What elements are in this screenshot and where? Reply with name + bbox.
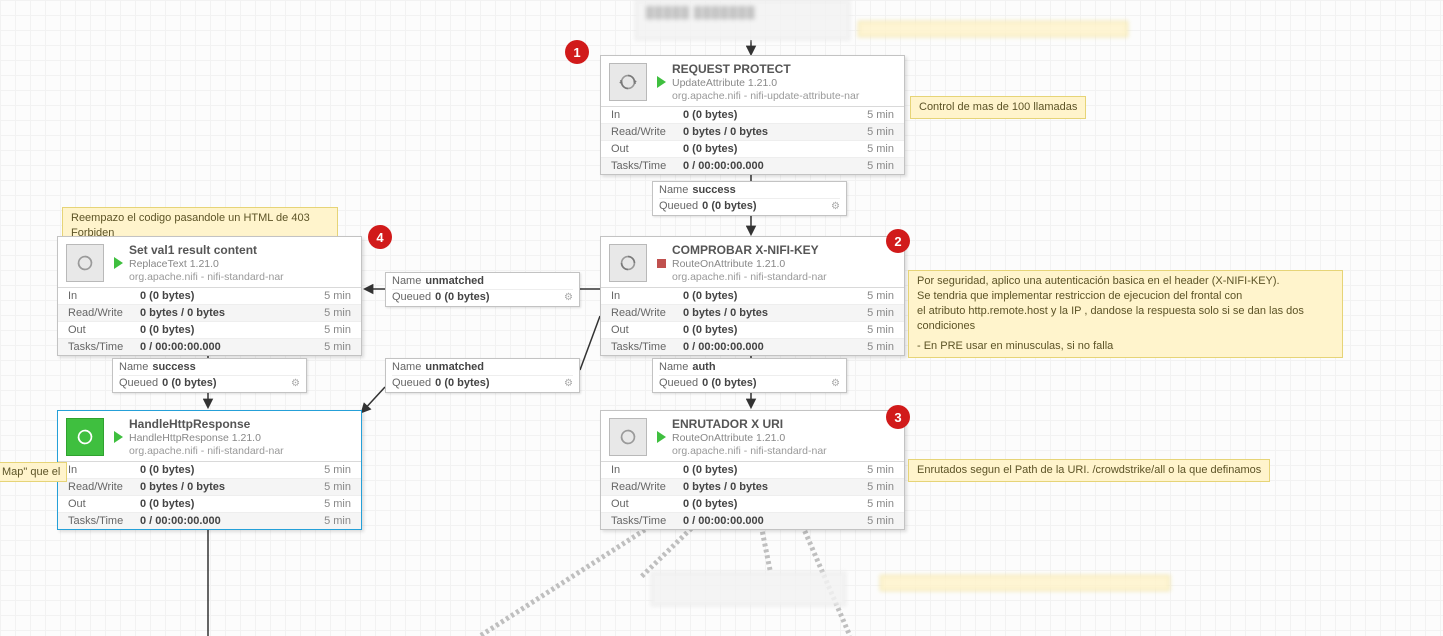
- processor-bundle: org.apache.nifi - nifi-standard-nar: [672, 271, 827, 283]
- note-uri[interactable]: Enrutados segun el Path de la URI. /crow…: [908, 459, 1270, 482]
- gear-icon[interactable]: ⚙: [564, 378, 573, 389]
- processor-bundle: org.apache.nifi - nifi-update-attribute-…: [672, 90, 859, 102]
- gear-icon[interactable]: ⚙: [564, 292, 573, 303]
- processor-icon: [66, 418, 104, 456]
- processor-comprobar[interactable]: COMPROBAR X-NIFI-KEY RouteOnAttribute 1.…: [600, 236, 905, 356]
- gear-icon[interactable]: ⚙: [831, 201, 840, 212]
- connection-unmatched-left[interactable]: Nameunmatched Queued0 (0 bytes)⚙: [385, 358, 580, 393]
- processor-stats: In0 (0 bytes)5 min Read/Write0 bytes / 0…: [601, 288, 904, 355]
- processor-name: Set val1 result content: [129, 243, 284, 257]
- annotation-badge-4: 4: [368, 225, 392, 249]
- processor-icon: [66, 244, 104, 282]
- blurred-note-bottom: [880, 575, 1170, 591]
- processor-stats: In0 (0 bytes)5 min Read/Write0 bytes / 0…: [58, 288, 361, 355]
- processor-bundle: org.apache.nifi - nifi-standard-nar: [129, 271, 284, 283]
- note-security[interactable]: Por seguridad, aplico una autenticación …: [908, 270, 1343, 358]
- gear-icon[interactable]: ⚙: [291, 378, 300, 389]
- note-map-partial[interactable]: Map" que el: [0, 462, 67, 482]
- processor-set-val1[interactable]: Set val1 result content ReplaceText 1.21…: [57, 236, 362, 356]
- connection-success-top[interactable]: Namesuccess Queued0 (0 bytes)⚙: [652, 181, 847, 216]
- processor-name: HandleHttpResponse: [129, 417, 284, 431]
- gear-icon[interactable]: ⚙: [831, 378, 840, 389]
- connection-unmatched-mid[interactable]: Nameunmatched Queued0 (0 bytes)⚙: [385, 272, 580, 307]
- processor-stats: In0 (0 bytes)5 min Read/Write0 bytes / 0…: [601, 107, 904, 174]
- note-100-llamadas[interactable]: Control de mas de 100 llamadas: [910, 96, 1086, 119]
- processor-icon: [609, 418, 647, 456]
- run-state-icon: [657, 259, 666, 268]
- run-state-icon: [657, 431, 666, 443]
- blurred-note-top: [858, 21, 1128, 37]
- run-state-icon: [657, 76, 666, 88]
- processor-handle-http-response[interactable]: HandleHttpResponse HandleHttpResponse 1.…: [57, 410, 362, 530]
- processor-bundle: org.apache.nifi - nifi-standard-nar: [672, 445, 827, 457]
- processor-bundle: org.apache.nifi - nifi-standard-nar: [129, 445, 284, 457]
- processor-type: RouteOnAttribute 1.21.0: [672, 432, 827, 444]
- run-state-icon: [114, 431, 123, 443]
- run-state-icon: [114, 257, 123, 269]
- processor-request-protect[interactable]: REQUEST PROTECT UpdateAttribute 1.21.0 o…: [600, 55, 905, 175]
- nifi-canvas[interactable]: █████ ███████ 1 REQUEST PROTECT UpdateAt…: [0, 0, 1443, 636]
- processor-name: COMPROBAR X-NIFI-KEY: [672, 243, 827, 257]
- connection-auth[interactable]: Nameauth Queued0 (0 bytes)⚙: [652, 358, 847, 393]
- processor-stats: In0 (0 bytes)5 min Read/Write0 bytes / 0…: [58, 462, 361, 529]
- connection-success-left[interactable]: Namesuccess Queued0 (0 bytes)⚙: [112, 358, 307, 393]
- processor-type: RouteOnAttribute 1.21.0: [672, 258, 827, 270]
- processor-icon: [609, 244, 647, 282]
- blurred-processor-top: █████ ███████: [635, 0, 850, 40]
- annotation-badge-1: 1: [565, 40, 589, 64]
- blurred-connection-bottom: [651, 572, 846, 606]
- processor-stats: In0 (0 bytes)5 min Read/Write0 bytes / 0…: [601, 462, 904, 529]
- annotation-badge-3: 3: [886, 405, 910, 429]
- processor-name: ENRUTADOR X URI: [672, 417, 827, 431]
- processor-name: REQUEST PROTECT: [672, 62, 859, 76]
- processor-type: ReplaceText 1.21.0: [129, 258, 284, 270]
- processor-type: UpdateAttribute 1.21.0: [672, 77, 859, 89]
- processor-icon: [609, 63, 647, 101]
- processor-type: HandleHttpResponse 1.21.0: [129, 432, 284, 444]
- processor-enrutador[interactable]: ENRUTADOR X URI RouteOnAttribute 1.21.0 …: [600, 410, 905, 530]
- annotation-badge-2: 2: [886, 229, 910, 253]
